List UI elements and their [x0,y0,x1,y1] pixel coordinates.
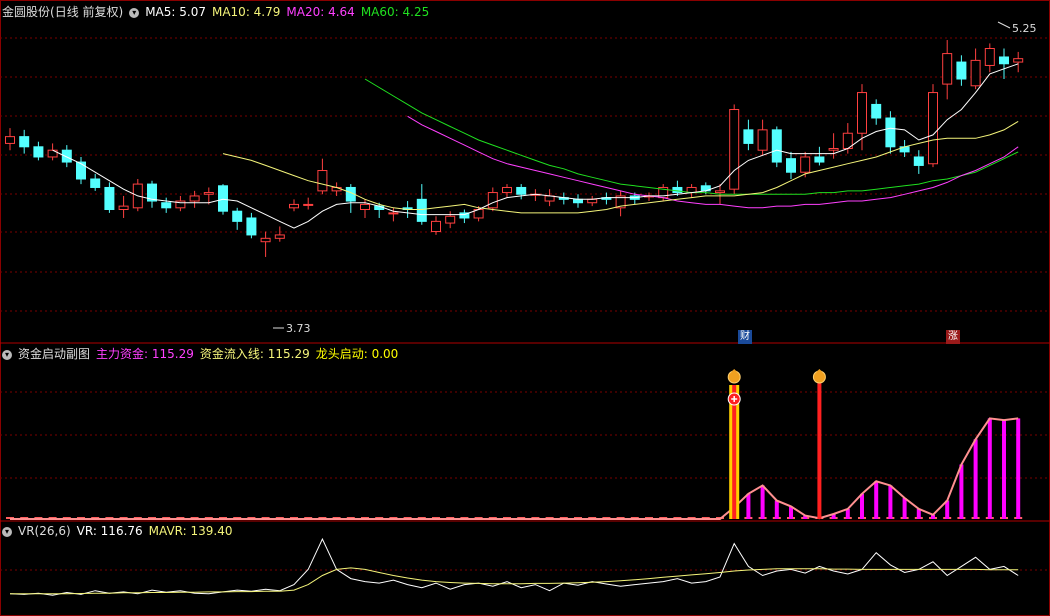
ma60-label: MA60: 4.25 [360,5,430,19]
indicator-panel-header: ▾ 资金启动副图 主力资金: 115.29 资金流入线: 115.29 龙头启动: 0.… [2,346,404,362]
period-label[interactable]: (日线 前复权) [50,5,123,19]
fund-bar [902,498,907,519]
candle-body [771,129,782,163]
candle-body [260,237,271,243]
candle-body [502,186,512,194]
candle-body [33,146,44,158]
ma60-line [364,78,1019,195]
fund-bar [1016,418,1021,519]
candle-body [516,186,527,195]
candle-body [814,156,825,163]
ma5-line [52,63,1019,229]
candle-body [828,147,839,151]
vr-panel-header: ▾ VR(26,6) VR: 116.76 MAVR: 139.40 [2,523,239,539]
fund-bar [888,485,893,519]
candle-body [942,53,953,85]
mavr-value-label: MAVR: 139.40 [148,524,233,538]
candle-body [246,217,257,236]
dropdown-icon[interactable]: ▾ [2,526,12,537]
candle-body [431,220,441,233]
candle-body [913,156,924,166]
candle-body [274,234,285,239]
vr-title[interactable]: VR(26,6) [18,524,71,538]
fund-bar [746,493,751,519]
candle-body [715,190,725,194]
candle-body [189,195,200,202]
candle-body [388,212,399,215]
candle-body [672,186,683,194]
stock-name[interactable]: 金圆股份 [2,5,50,19]
candle-body [487,192,498,209]
candle-body [871,103,882,119]
fund-bar [774,500,779,519]
money-bag-tie [816,369,823,372]
fund-bar [973,439,978,519]
rise-event-marker[interactable]: 涨 [946,330,960,344]
candle-body [203,192,214,195]
low-price-label: 3.73 [286,322,311,335]
high-price-label: 5.25 [1012,22,1037,35]
fund-bar [987,418,992,519]
inflow-line-label: 资金流入线: 115.29 [199,347,310,361]
candle-body [104,186,115,211]
main-panel-header: 金圆股份(日线 前复权) ▾ MA5: 5.07 MA10: 4.79 MA20: 4.… [2,4,435,20]
money-bag-icon [727,370,741,384]
candle-body [90,178,101,188]
candle-body [928,92,938,165]
candle-body [573,198,583,204]
ma5-label: MA5: 5.07 [145,5,206,19]
dropdown-icon[interactable]: ▾ [129,7,140,18]
inflow-line [10,417,1019,520]
candle-body [232,210,243,222]
candle-body [999,56,1009,65]
candle-body [303,203,314,206]
leader-start-bar [817,383,822,519]
ma20-label: MA20: 4.64 [286,5,355,19]
candle-body [19,136,30,148]
fund-bar [1002,420,1006,519]
high-pointer [997,21,1011,29]
ma10-label: MA10: 4.79 [211,5,281,19]
dropdown-icon[interactable]: ▾ [2,349,12,360]
fund-bar [760,485,765,519]
leader-start-label: 龙头启动: 0.00 [315,347,399,361]
candle-body [416,198,427,222]
candle-body [757,129,768,151]
fund-bar [959,464,964,519]
candle-body [956,61,967,80]
candle-body [76,161,86,180]
money-bag-tie [731,369,738,372]
finance-event-marker[interactable]: 财 [738,330,752,344]
candle-body [445,215,456,224]
candle-body [786,158,796,173]
candle-body [800,156,811,173]
candle-body [317,170,328,192]
main-fund-label: 主力资金: 115.29 [96,347,194,361]
candle-body [885,117,896,148]
candle-body [729,109,740,190]
candle-body [743,129,754,144]
vr-value-label: VR: 116.76 [76,524,143,538]
candle-body [984,48,995,66]
vr-line [9,537,1019,596]
candle-body [5,136,15,144]
fund-bar [874,481,879,519]
candle-body [161,202,172,209]
candle-body [289,203,299,209]
candle-body [587,198,598,204]
candle-body [970,59,981,87]
candle-body [218,185,228,212]
candle-body [61,149,72,163]
candle-body [360,203,370,211]
candle-body [118,205,129,211]
mavr-line [10,567,1019,595]
candle-body [1013,58,1024,63]
indicator-title[interactable]: 资金启动副图 [18,347,90,361]
money-bag-icon [812,370,826,384]
candle-body [857,92,867,134]
fund-bar [860,493,864,519]
